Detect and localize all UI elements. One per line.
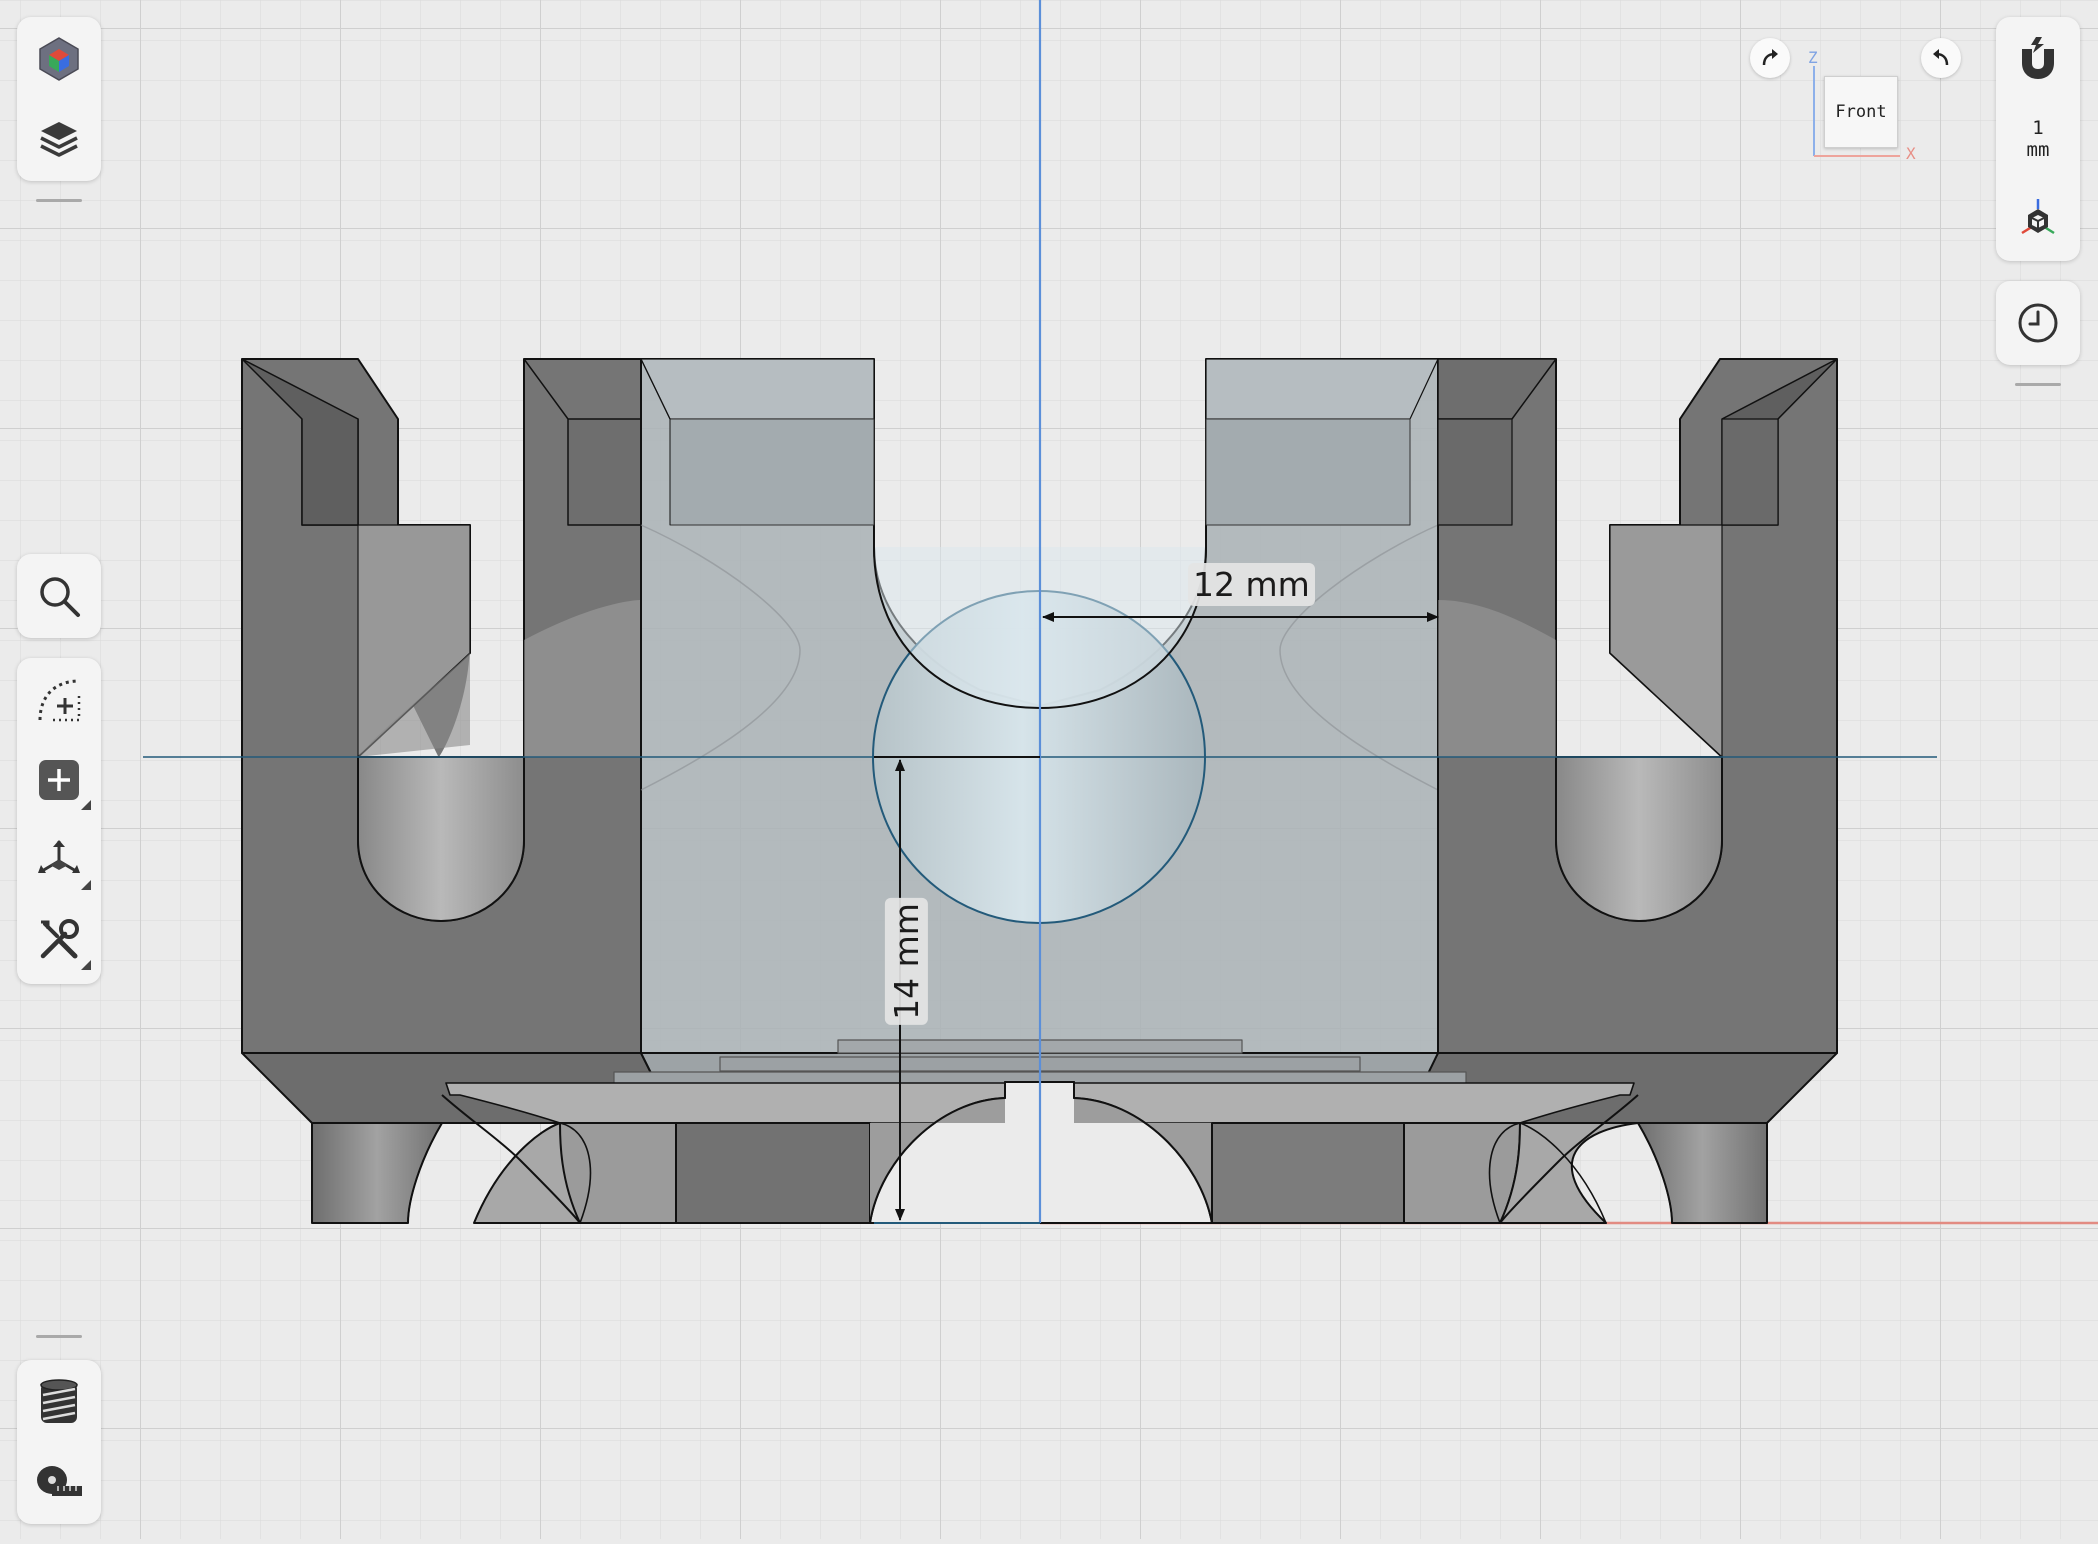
search-panel [17, 554, 101, 638]
sketch-icon [38, 679, 81, 722]
grid-size-display[interactable]: 1 mm [1996, 103, 2080, 175]
left-bottom-panel [17, 1360, 101, 1524]
history-icon [2018, 303, 2058, 343]
tools-button[interactable] [17, 904, 101, 976]
axis-z-label: Z [1808, 48, 1818, 67]
view-cube-label: Front [1835, 102, 1887, 122]
tools-icon [40, 919, 79, 959]
thread-icon [40, 1379, 78, 1423]
scene-icon [39, 37, 79, 81]
transform-menu-corner-icon [81, 880, 91, 890]
thread-button[interactable] [17, 1366, 101, 1438]
measure-button[interactable] [17, 1446, 101, 1518]
transform-icon [38, 840, 80, 873]
grid-size-value: 1 [2032, 117, 2044, 139]
layers-button[interactable] [17, 103, 101, 175]
right-separator [2015, 383, 2061, 386]
right-history-panel [1996, 281, 2080, 365]
search-button[interactable] [17, 560, 101, 632]
tools-panel [17, 658, 101, 984]
rotate-ccw-icon [1933, 49, 1949, 66]
add-button[interactable] [17, 744, 101, 816]
left-separator-top [36, 199, 82, 202]
dimension-horizontal-label[interactable]: 12 mm [1188, 563, 1315, 606]
view-cube-face-front[interactable]: Front [1824, 76, 1898, 148]
dimension-vertical-label[interactable]: 14 mm [884, 898, 928, 1025]
rotate-view-cw-button[interactable] [1750, 38, 1790, 78]
left-top-panel [17, 17, 101, 181]
history-button[interactable] [1996, 287, 2080, 359]
rotate-cw-icon [1762, 49, 1778, 66]
left-u-slot [357, 756, 525, 922]
tools-menu-corner-icon [81, 960, 91, 970]
viewport[interactable]: 12 mm 14 mm 1 mm Front Z X [0, 0, 2098, 1539]
view-axes-icon [2021, 199, 2055, 235]
add-icon [39, 760, 79, 800]
axis-x-label: X [1906, 144, 1916, 163]
add-menu-corner-icon [81, 800, 91, 810]
magnet-icon [2022, 37, 2054, 79]
layers-icon [40, 122, 78, 157]
right-top-panel: 1 mm [1996, 17, 2080, 261]
scene-button[interactable] [17, 23, 101, 95]
transform-button[interactable] [17, 824, 101, 896]
measure-icon [37, 1466, 82, 1496]
snap-magnet-button[interactable] [1996, 23, 2080, 95]
left-separator-bottom [36, 1335, 82, 1338]
grid-size-unit: mm [2026, 139, 2050, 161]
model-viewport-canvas[interactable] [0, 0, 2098, 1539]
view-axes-button[interactable] [1996, 183, 2080, 255]
sketch-button[interactable] [17, 664, 101, 736]
right-u-slot [1555, 756, 1723, 922]
search-icon [40, 577, 80, 617]
view-cube[interactable]: Front Z X [1808, 48, 1928, 163]
